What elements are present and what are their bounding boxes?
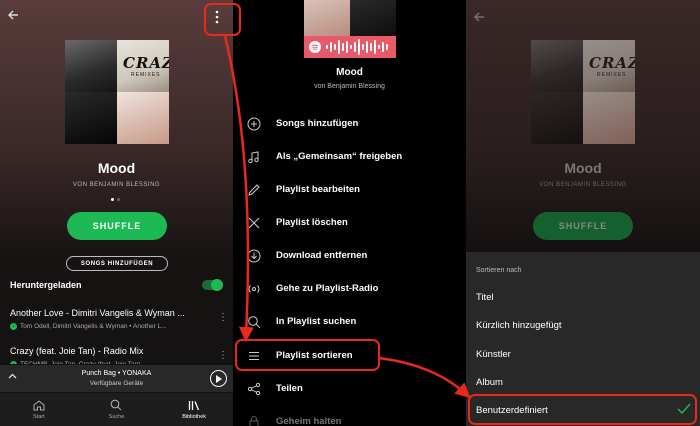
callout-arrows xyxy=(223,35,471,399)
callout-arrow xyxy=(377,356,471,399)
callout-arrow xyxy=(223,35,254,342)
